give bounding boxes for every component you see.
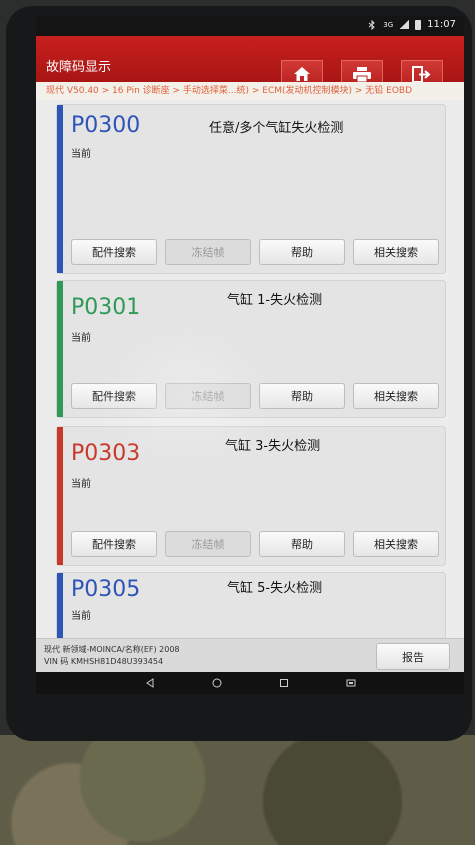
dtc-description: 气缸 5-失火检测 [227,581,323,596]
dtc-card: P0300 当前 任意/多个气缸失火检测 配件搜索 冻结帧 帮助 相关搜索 [56,104,446,274]
help-button[interactable]: 帮助 [259,531,345,557]
freeze-frame-button[interactable]: 冻结帧 [165,239,251,265]
back-icon[interactable] [145,678,155,688]
home-icon [294,67,310,81]
dtc-code: P0300 [71,113,141,138]
screenshot-icon[interactable] [346,678,356,688]
breadcrumb: 现代 V50.40 > 16 Pin 诊断座 > 手动选择菜...统) > EC… [36,82,464,100]
status-bar: 3G 11:07 [36,16,464,36]
screen: 3G 11:07 故障码显示 现代 V50.40 > 16 Pin 诊断座 > … [36,16,464,694]
print-icon [353,66,371,82]
dtc-color-bar [57,105,63,273]
vehicle-info-footer: 现代 新领域-MOINCA/名称(EF) 2008 VIN 码 KMHSH81D… [36,638,464,673]
parts-search-button[interactable]: 配件搜索 [71,239,157,265]
help-button[interactable]: 帮助 [259,383,345,409]
dtc-description: 气缸 3-失火检测 [225,439,321,454]
vin-number: VIN 码 KMHSH81D48U393454 [44,657,164,666]
dtc-code: P0301 [71,295,141,320]
dtc-code: P0305 [71,577,141,602]
signal-icon [399,20,410,29]
parts-search-button[interactable]: 配件搜索 [71,383,157,409]
fabric-background [0,735,475,845]
dtc-status: 当前 [71,149,91,160]
dtc-color-bar [57,281,63,417]
app-header: 故障码显示 [36,36,464,88]
related-search-button[interactable]: 相关搜索 [353,239,439,265]
help-button[interactable]: 帮助 [259,239,345,265]
dtc-status: 当前 [71,479,91,490]
recents-icon[interactable] [279,678,289,688]
vehicle-name: 现代 新领域-MOINCA/名称(EF) 2008 [44,645,180,654]
dtc-code: P0303 [71,441,141,466]
clock: 11:07 [427,19,456,30]
battery-icon [415,19,422,30]
android-nav-bar [36,672,464,694]
dtc-description: 任意/多个气缸失火检测 [209,121,344,136]
dtc-card: P0301 当前 气缸 1-失火检测 配件搜索 冻结帧 帮助 相关搜索 [56,280,446,418]
related-search-button[interactable]: 相关搜索 [353,383,439,409]
dtc-status: 当前 [71,333,91,344]
exit-icon [412,65,431,83]
parts-search-button[interactable]: 配件搜索 [71,531,157,557]
circle-home-icon[interactable] [212,678,222,688]
freeze-frame-button[interactable]: 冻结帧 [165,383,251,409]
report-button[interactable]: 报告 [376,643,450,670]
page-title: 故障码显示 [46,60,112,75]
bluetooth-icon [368,19,377,31]
dtc-color-bar [57,427,63,565]
tablet-frame: 3G 11:07 故障码显示 现代 V50.40 > 16 Pin 诊断座 > … [6,6,472,741]
dtc-status: 当前 [71,611,91,622]
network-type: 3G [383,20,394,29]
dtc-card: P0303 当前 气缸 3-失火检测 配件搜索 冻结帧 帮助 相关搜索 [56,426,446,566]
dtc-description: 气缸 1-失火检测 [227,293,323,308]
related-search-button[interactable]: 相关搜索 [353,531,439,557]
freeze-frame-button[interactable]: 冻结帧 [165,531,251,557]
